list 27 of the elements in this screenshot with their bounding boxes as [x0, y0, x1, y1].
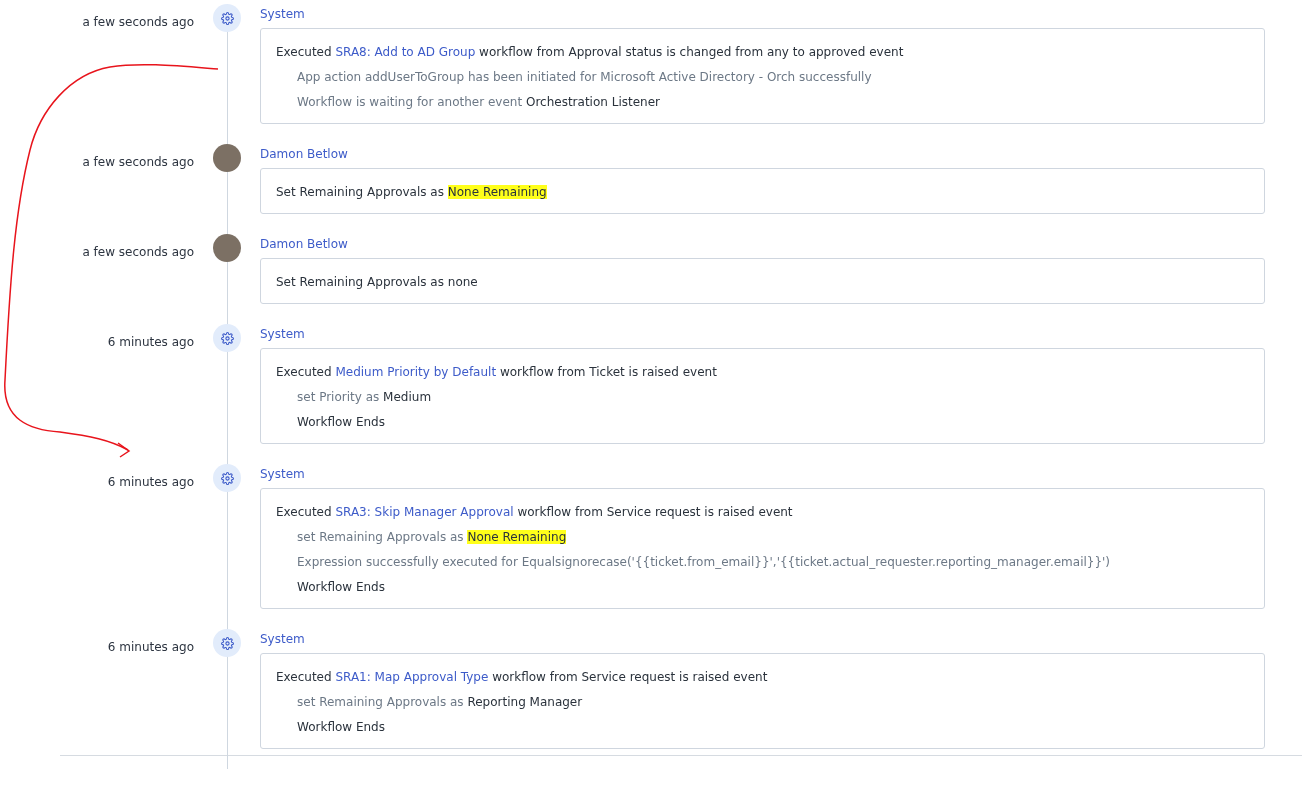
event-time: 6 minutes ago	[106, 334, 194, 351]
actor-name[interactable]: System	[260, 632, 305, 646]
event-summary: Executed SRA8: Add to AD Group workflow from Approval status is changed from any to approved event	[276, 44, 905, 61]
event-summary: Executed SRA3: Skip Manager Approval workflow from Service request is raised event	[276, 504, 794, 521]
event-time: a few seconds ago	[81, 14, 194, 31]
workflow-step: Expression successfully executed for Equalsignorecase('{{ticket.from_email}}','{{ticket.actual_requester.reporting_manager.email}}')	[276, 554, 1249, 571]
workflow-step: Workflow Ends	[276, 414, 1249, 431]
event-summary: Set Remaining Approvals as None Remaining	[276, 184, 548, 201]
workflow-step: Workflow Ends	[276, 719, 1249, 736]
event-time: 6 minutes ago	[106, 474, 194, 491]
event-summary: Set Remaining Approvals as none	[276, 274, 479, 291]
workflow-step: set Priority as Medium	[276, 389, 1249, 406]
actor-name[interactable]: System	[260, 327, 305, 341]
workflow-step: Workflow is waiting for another event Orchestration Listener	[276, 94, 1249, 111]
actor-name[interactable]: Damon Betlow	[260, 237, 348, 251]
event-time: a few seconds ago	[81, 154, 194, 171]
workflow-step: set Remaining Approvals as None Remaining	[276, 529, 1249, 546]
workflow-step: set Remaining Approvals as Reporting Manager	[276, 694, 1249, 711]
event-time: a few seconds ago	[81, 244, 194, 261]
workflow-step: App action addUserToGroup has been initiated for Microsoft Active Directory - Orch successfully	[276, 69, 1249, 86]
event-time: 6 minutes ago	[106, 639, 194, 656]
workflow-step: Workflow Ends	[276, 579, 1249, 596]
actor-name[interactable]: System	[260, 467, 305, 481]
event-summary: Executed SRA1: Map Approval Type workflow from Service request is raised event	[276, 669, 769, 686]
actor-name[interactable]: System	[260, 7, 305, 21]
actor-name[interactable]: Damon Betlow	[260, 147, 348, 161]
event-summary: Executed Medium Priority by Default workflow from Ticket is raised event	[276, 364, 718, 381]
